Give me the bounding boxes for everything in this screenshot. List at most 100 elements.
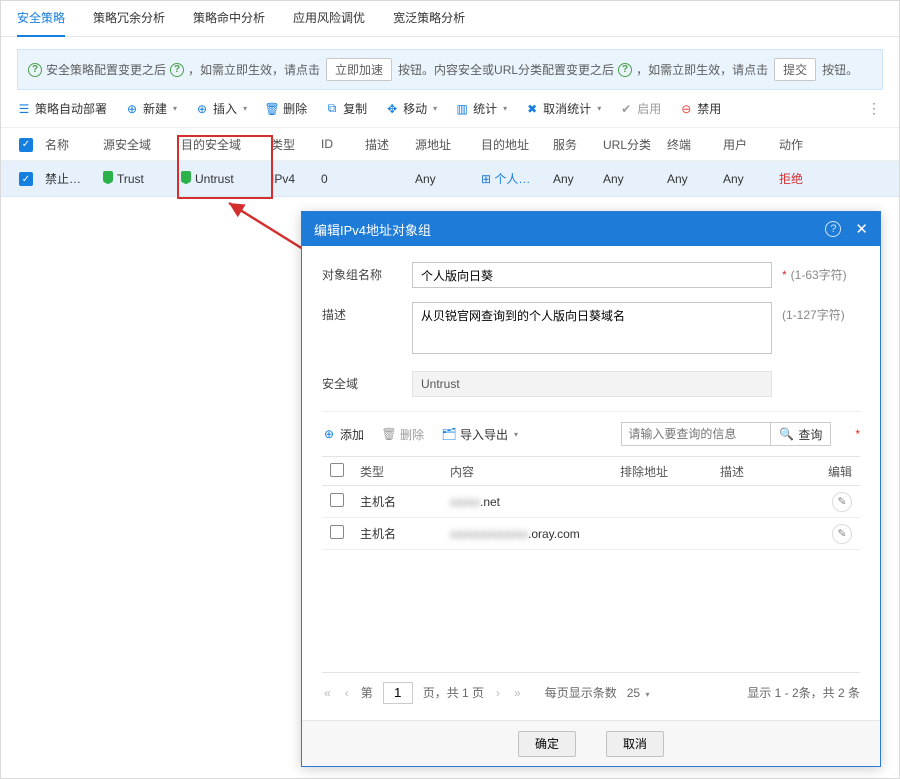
disable-button[interactable]: ⊖禁用 bbox=[679, 100, 721, 117]
shield-icon bbox=[103, 171, 113, 183]
help-icon[interactable]: ? bbox=[825, 221, 841, 237]
cell-src-zone: Trust bbox=[97, 171, 175, 186]
cell-content: xxxxx.net bbox=[442, 495, 612, 509]
col-src-zone[interactable]: 源安全域 bbox=[97, 136, 175, 153]
chevron-down-icon: ▾ bbox=[433, 104, 437, 113]
col-src-addr[interactable]: 源地址 bbox=[409, 136, 475, 153]
tab-app-risk[interactable]: 应用风险调优 bbox=[293, 1, 365, 37]
help-icon[interactable]: ? bbox=[170, 63, 184, 77]
inner-toolbar: ⊕添加 🗑删除 🗂导入导出▾ 🔍查询 * bbox=[322, 411, 860, 456]
ok-button[interactable]: 确定 bbox=[518, 731, 576, 757]
tab-hit[interactable]: 策略命中分析 bbox=[193, 1, 265, 37]
icol-exclude[interactable]: 排除地址 bbox=[612, 463, 712, 480]
cancel-button[interactable]: 取消 bbox=[606, 731, 664, 757]
tab-security-policy[interactable]: 安全策略 bbox=[17, 1, 65, 37]
row-checkbox[interactable]: ✓ bbox=[19, 172, 33, 186]
dialog-footer: 确定 取消 bbox=[302, 720, 880, 766]
chevron-down-icon: ▾ bbox=[514, 430, 518, 439]
policy-row[interactable]: ✓ 禁止个… Trust Untrust IPv4 0 Any ⊞ 个人… An… bbox=[1, 161, 899, 197]
cell-user: Any bbox=[717, 172, 773, 186]
page-label: 第 bbox=[361, 684, 373, 701]
plus-icon: ⊕ bbox=[195, 102, 209, 116]
col-type[interactable]: 类型 bbox=[265, 136, 315, 153]
col-id[interactable]: ID bbox=[315, 137, 359, 151]
edit-icon[interactable]: ✎ bbox=[832, 492, 852, 512]
select-all-checkbox[interactable]: ✓ bbox=[19, 138, 33, 152]
dialog-title: 编辑IPv4地址对象组 bbox=[314, 220, 431, 239]
add-button[interactable]: ⊕添加 bbox=[322, 426, 364, 443]
col-name[interactable]: 名称 bbox=[39, 136, 97, 153]
close-icon[interactable]: ✕ bbox=[855, 220, 868, 238]
list-icon: ☰ bbox=[17, 102, 31, 116]
notice-text: 按钮。 bbox=[822, 61, 858, 78]
tab-redundancy[interactable]: 策略冗余分析 bbox=[93, 1, 165, 37]
arrow-annotation bbox=[223, 197, 313, 257]
inner-table-row[interactable]: 主机名 xxxxxxxxxxxxx.oray.com ✎ bbox=[322, 518, 860, 550]
more-icon[interactable]: ⋮ bbox=[867, 100, 883, 117]
select-all-checkbox[interactable] bbox=[330, 463, 344, 477]
hint-text: (1-127字符) bbox=[782, 306, 845, 323]
chevron-down-icon: ▾ bbox=[503, 104, 507, 113]
col-action[interactable]: 动作 bbox=[773, 136, 813, 153]
cell-name: 禁止个… bbox=[39, 170, 97, 187]
next-page-icon[interactable]: › bbox=[494, 686, 502, 700]
enable-button[interactable]: ✔启用 bbox=[619, 100, 661, 117]
notice-text: ，如需立即生效，请点击 bbox=[636, 61, 768, 78]
col-dst-zone[interactable]: 目的安全域 bbox=[175, 136, 265, 153]
zone-readonly: Untrust bbox=[412, 371, 772, 397]
notice-bar: ? 安全策略配置变更之后 ? ，如需立即生效，请点击 立即加速 按钮。内容安全或… bbox=[17, 49, 883, 90]
icol-type[interactable]: 类型 bbox=[352, 463, 442, 480]
col-desc[interactable]: 描述 bbox=[359, 136, 409, 153]
import-export-button[interactable]: 🗂导入导出▾ bbox=[442, 426, 518, 443]
stats-button[interactable]: ▥统计▾ bbox=[455, 100, 507, 117]
row-checkbox[interactable] bbox=[330, 525, 344, 539]
col-dst-addr[interactable]: 目的地址 bbox=[475, 136, 547, 153]
cell-term: Any bbox=[661, 172, 717, 186]
inner-table-row[interactable]: 主机名 xxxxx.net ✎ bbox=[322, 486, 860, 518]
icol-desc[interactable]: 描述 bbox=[712, 463, 802, 480]
group-name-input[interactable] bbox=[412, 262, 772, 288]
new-button[interactable]: ⊕新建▾ bbox=[125, 100, 177, 117]
row-checkbox[interactable] bbox=[330, 493, 344, 507]
notice-text: ，如需立即生效，请点击 bbox=[188, 61, 320, 78]
col-term[interactable]: 终端 bbox=[661, 136, 717, 153]
accelerate-button[interactable]: 立即加速 bbox=[326, 58, 392, 81]
cell-url: Any bbox=[597, 172, 661, 186]
edit-icon[interactable]: ✎ bbox=[832, 524, 852, 544]
auto-deploy-button[interactable]: ☰策略自动部署 bbox=[17, 100, 107, 117]
cancel-stats-button[interactable]: ✖取消统计▾ bbox=[525, 100, 601, 117]
col-svc[interactable]: 服务 bbox=[547, 136, 597, 153]
toolbar: ☰策略自动部署 ⊕新建▾ ⊕插入▾ 🗑删除 ⧉复制 ✥移动▾ ▥统计▾ ✖取消统… bbox=[1, 90, 899, 127]
help-icon[interactable]: ? bbox=[618, 63, 632, 77]
tab-broad[interactable]: 宽泛策略分析 bbox=[393, 1, 465, 37]
prev-page-icon[interactable]: ‹ bbox=[343, 686, 351, 700]
pager: « ‹ 第 页，共 1 页 › » 每页显示条数 25 ▾ 显示 1 - 2条，… bbox=[322, 672, 860, 712]
policy-table-header: ✓ 名称 源安全域 目的安全域 类型 ID 描述 源地址 目的地址 服务 URL… bbox=[1, 127, 899, 161]
per-page-label: 每页显示条数 bbox=[545, 684, 617, 701]
cell-dst-addr[interactable]: ⊞ 个人… bbox=[475, 170, 547, 187]
icol-edit[interactable]: 编辑 bbox=[802, 463, 860, 480]
desc-input[interactable] bbox=[412, 302, 772, 354]
cancel-icon: ✖ bbox=[525, 102, 539, 116]
cell-type: 主机名 bbox=[352, 525, 442, 542]
delete-button[interactable]: 🗑删除 bbox=[265, 100, 307, 117]
submit-button[interactable]: 提交 bbox=[774, 58, 816, 81]
dialog-header: 编辑IPv4地址对象组 ? ✕ bbox=[302, 212, 880, 246]
search-input[interactable] bbox=[621, 422, 771, 446]
page-input[interactable] bbox=[383, 682, 413, 704]
col-user[interactable]: 用户 bbox=[717, 136, 773, 153]
icol-content[interactable]: 内容 bbox=[442, 463, 612, 480]
page-info: 显示 1 - 2条，共 2 条 bbox=[747, 684, 860, 701]
delete-button[interactable]: 🗑删除 bbox=[382, 426, 424, 443]
move-button[interactable]: ✥移动▾ bbox=[385, 100, 437, 117]
per-page-value[interactable]: 25 ▾ bbox=[627, 686, 650, 700]
hint-text: *(1-63字符) bbox=[782, 266, 847, 283]
cell-dst-zone: Untrust bbox=[175, 171, 265, 186]
last-page-icon[interactable]: » bbox=[512, 686, 523, 700]
copy-button[interactable]: ⧉复制 bbox=[325, 100, 367, 117]
insert-button[interactable]: ⊕插入▾ bbox=[195, 100, 247, 117]
col-url[interactable]: URL分类 bbox=[597, 136, 661, 153]
first-page-icon[interactable]: « bbox=[322, 686, 333, 700]
plus-icon: ⊕ bbox=[125, 102, 139, 116]
search-button[interactable]: 🔍查询 bbox=[771, 422, 831, 446]
